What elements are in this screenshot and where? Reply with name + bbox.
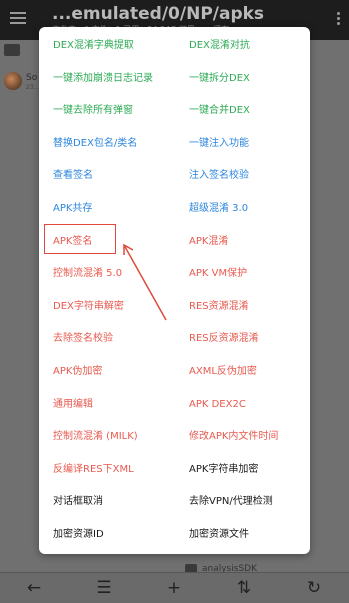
list-icon[interactable]: ☰ — [92, 577, 116, 599]
menu-option[interactable]: 一键去除所有弹窗 — [53, 100, 133, 122]
refresh-icon[interactable]: ↻ — [302, 577, 326, 599]
menu-option[interactable]: 超级混淆 3.0 — [189, 198, 248, 220]
menu-option[interactable]: APK伪加密 — [53, 361, 102, 383]
menu-option[interactable]: 去除签名校验 — [53, 328, 113, 350]
menu-option[interactable]: APK DEX2C — [189, 394, 246, 416]
menu-option[interactable]: 一键合并DEX — [189, 100, 250, 122]
file-row-name[interactable]: So — [26, 73, 37, 83]
menu-option[interactable]: 查看签名 — [53, 165, 93, 187]
options-grid: DEX混淆字典提取 DEX混淆对抗一键添加崩溃日志记录 一键拆分DEX 一键去除所有弹… — [39, 27, 310, 554]
menu-option[interactable]: 对话框取消 — [53, 491, 103, 513]
menu-option[interactable]: 替换DEX包名/类名 — [53, 133, 137, 155]
app-icon — [4, 72, 22, 90]
menu-option[interactable]: DEX混淆对抗 — [189, 35, 250, 57]
menu-option[interactable]: AXML反伪加密 — [189, 361, 257, 383]
menu-option[interactable]: 通用编辑 — [53, 394, 93, 416]
menu-option[interactable]: 控制流混淆 (MILK) — [53, 426, 138, 448]
bottom-navigation: ← ☰ + ⇅ ↻ — [0, 572, 349, 603]
menu-option[interactable]: APK字符串加密 — [189, 459, 258, 481]
menu-option[interactable]: 去除VPN/代理检测 — [189, 491, 273, 513]
apk-tools-dialog: DEX混淆字典提取 DEX混淆对抗一键添加崩溃日志记录 一键拆分DEX 一键去除所有弹… — [39, 27, 310, 554]
menu-option[interactable]: 一键拆分DEX — [189, 68, 250, 90]
menu-option[interactable]: DEX混淆字典提取 — [53, 35, 134, 57]
menu-option[interactable]: 加密资源ID — [53, 524, 104, 546]
menu-option[interactable]: 控制流混淆 5.0 — [53, 263, 122, 285]
menu-option[interactable]: 一键添加崩溃日志记录 — [53, 68, 153, 90]
back-arrow-icon[interactable]: ← — [22, 577, 46, 599]
menu-option[interactable]: APK混淆 — [189, 231, 228, 253]
file-row-meta: 23... — [26, 84, 40, 91]
menu-option[interactable]: DEX字符串解密 — [53, 296, 124, 318]
menu-option[interactable]: RES资源混淆 — [189, 296, 249, 318]
menu-option[interactable]: 加密资源文件 — [189, 524, 249, 546]
menu-option[interactable]: 修改APK内文件时间 — [189, 426, 278, 448]
menu-option[interactable]: 反编译RES下XML — [53, 459, 134, 481]
menu-option[interactable]: APK VM保护 — [189, 263, 247, 285]
menu-option[interactable]: APK共存 — [53, 198, 92, 220]
current-path: ...emulated/0/NP/apks — [52, 4, 265, 24]
menu-option[interactable]: 一键注入功能 — [189, 133, 249, 155]
annotation-highlight-box — [44, 224, 116, 254]
menu-option[interactable]: 注入签名校验 — [189, 165, 249, 187]
menu-option[interactable]: RES反资源混淆 — [189, 328, 259, 350]
sort-icon[interactable]: ⇅ — [232, 577, 256, 599]
more-options-icon[interactable] — [337, 12, 341, 27]
folder-icon — [4, 44, 20, 56]
hamburger-menu-icon[interactable] — [10, 12, 26, 25]
add-icon[interactable]: + — [162, 577, 186, 599]
